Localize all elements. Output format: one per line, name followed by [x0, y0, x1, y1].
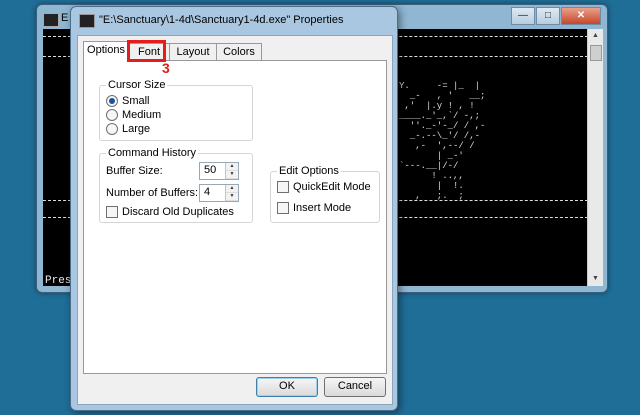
insert-mode-checkbox[interactable]: Insert Mode — [277, 202, 351, 214]
scroll-up-icon[interactable]: ▲ — [588, 29, 603, 43]
radio-label: Medium — [122, 109, 162, 121]
annotation-highlight — [127, 40, 166, 62]
checkbox-box[interactable] — [277, 202, 289, 214]
spin-up-icon[interactable]: ▲ — [226, 185, 238, 193]
maximize-icon[interactable]: □ — [536, 7, 560, 25]
buffer-size-stepper[interactable]: 50 ▲ ▼ — [199, 162, 239, 180]
tab-layout[interactable]: Layout — [169, 43, 217, 61]
buffer-size-value[interactable]: 50 — [204, 164, 216, 176]
options-panel: Cursor Size Small Medium Large Command H… — [83, 60, 387, 374]
console-ascii-art: Y. -= |_ | _- , ' __; ,' |.y ! , ! ____.… — [399, 81, 486, 201]
console-scrollbar[interactable]: ▲ ▼ — [587, 29, 603, 286]
spin-down-icon[interactable]: ▼ — [226, 171, 238, 179]
checkbox-label: QuickEdit Mode — [293, 181, 371, 193]
discard-duplicates-checkbox[interactable]: Discard Old Duplicates — [106, 206, 234, 218]
radio-button[interactable] — [106, 95, 118, 107]
console-title: E — [61, 12, 69, 24]
edit-options-legend: Edit Options — [277, 165, 341, 177]
command-history-legend: Command History — [106, 147, 199, 159]
spin-down-icon[interactable]: ▼ — [226, 193, 238, 201]
tab-colors[interactable]: Colors — [216, 43, 262, 61]
radio-button[interactable] — [106, 123, 118, 135]
checkbox-label: Discard Old Duplicates — [122, 206, 234, 218]
number-of-buffers-stepper[interactable]: 4 ▲ ▼ — [199, 184, 239, 202]
buffer-size-label: Buffer Size: — [106, 165, 163, 177]
stepper-buttons[interactable]: ▲ ▼ — [225, 185, 238, 201]
console-app-icon — [43, 13, 59, 27]
radio-large[interactable]: Large — [106, 123, 150, 135]
close-icon[interactable]: ✕ — [561, 7, 601, 25]
console-press-text: Pres — [45, 275, 72, 286]
scroll-down-icon[interactable]: ▼ — [588, 272, 603, 286]
cursor-size-group: Cursor Size Small Medium Large — [99, 79, 253, 141]
ok-button[interactable]: OK — [256, 377, 318, 397]
dialog-body: Options Font Layout Colors 3 Cursor Size… — [77, 35, 393, 405]
checkbox-box[interactable] — [106, 206, 118, 218]
command-history-group: Command History Buffer Size: 50 ▲ ▼ Numb… — [99, 147, 253, 223]
edit-options-group: Edit Options QuickEdit Mode Insert Mode — [270, 165, 380, 223]
radio-small[interactable]: Small — [106, 95, 150, 107]
checkbox-box[interactable] — [277, 181, 289, 193]
checkbox-label: Insert Mode — [293, 202, 352, 214]
stepper-buttons[interactable]: ▲ ▼ — [225, 163, 238, 179]
properties-dialog: "E:\Sanctuary\1-4d\Sanctuary1-4d.exe" Pr… — [70, 6, 398, 411]
number-of-buffers-label: Number of Buffers: — [106, 187, 199, 199]
radio-medium[interactable]: Medium — [106, 109, 161, 121]
console-window-controls: — □ ✕ — [510, 7, 601, 25]
cancel-button[interactable]: Cancel — [324, 377, 386, 397]
scroll-thumb[interactable] — [590, 45, 602, 61]
tab-options[interactable]: Options — [83, 41, 129, 62]
dialog-app-icon — [79, 14, 95, 28]
spin-up-icon[interactable]: ▲ — [226, 163, 238, 171]
quickedit-checkbox[interactable]: QuickEdit Mode — [277, 181, 371, 193]
dialog-title: "E:\Sanctuary\1-4d\Sanctuary1-4d.exe" Pr… — [99, 14, 344, 26]
radio-label: Large — [122, 123, 151, 135]
radio-label: Small — [122, 95, 150, 107]
cursor-size-legend: Cursor Size — [106, 79, 168, 91]
radio-button[interactable] — [106, 109, 118, 121]
annotation-number: 3 — [162, 60, 170, 76]
number-of-buffers-value[interactable]: 4 — [204, 186, 210, 198]
minimize-icon[interactable]: — — [511, 7, 535, 25]
